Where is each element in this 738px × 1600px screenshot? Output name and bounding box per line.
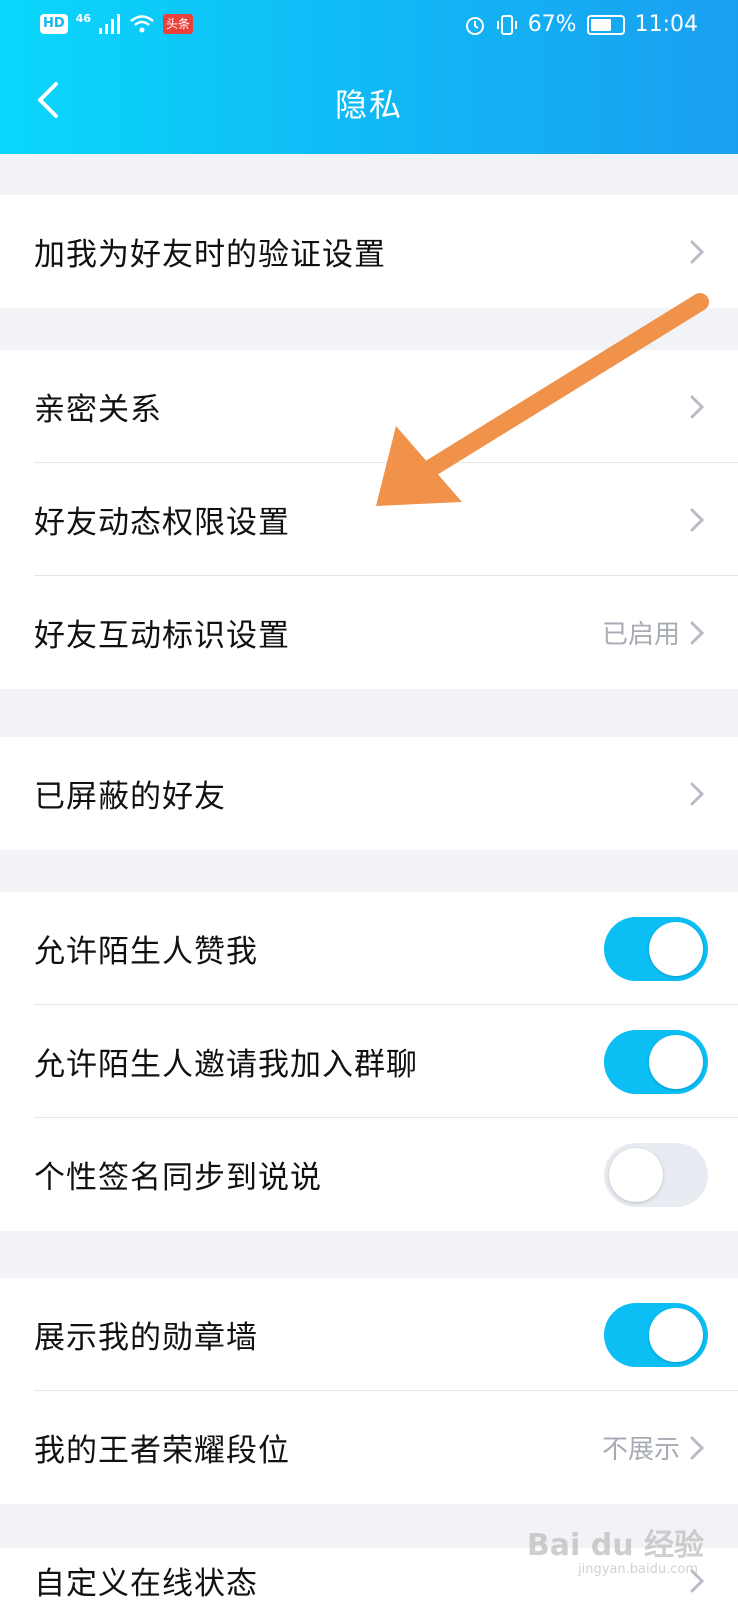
row-medal-wall: 展示我的勋章墙 bbox=[0, 1278, 738, 1391]
chevron-right-icon bbox=[690, 782, 705, 805]
row-label: 好友互动标识设置 bbox=[34, 618, 290, 654]
allow-stranger-like-toggle[interactable] bbox=[604, 916, 708, 981]
row-signature-sync: 个性签名同步到说说 bbox=[0, 1118, 738, 1231]
status-bar: HD 46 头条 67% 11:04 bbox=[0, 0, 738, 52]
status-time: 11:04 bbox=[634, 12, 698, 37]
network-type: 46 bbox=[75, 11, 91, 25]
row-label: 加我为好友时的验证设置 bbox=[34, 237, 386, 273]
settings-group-blocked: 已屏蔽的好友 bbox=[0, 737, 738, 850]
row-value: 已启用 bbox=[601, 620, 680, 650]
annotation-arrow-icon bbox=[376, 293, 709, 506]
toggle-knob bbox=[649, 1034, 703, 1089]
signature-sync-toggle[interactable] bbox=[604, 1142, 708, 1207]
row-label: 我的王者荣耀段位 bbox=[34, 1433, 290, 1469]
row-allow-stranger-group-invite: 允许陌生人邀请我加入群聊 bbox=[0, 1005, 738, 1118]
toggle-knob bbox=[609, 1147, 663, 1202]
row-label: 亲密关系 bbox=[34, 392, 162, 428]
vibrate-icon bbox=[496, 14, 517, 35]
page-title: 隐私 bbox=[334, 86, 403, 124]
settings-group-display: 展示我的勋章墙 我的王者荣耀段位 不展示 bbox=[0, 1278, 738, 1504]
row-label: 展示我的勋章墙 bbox=[34, 1320, 258, 1356]
row-label: 好友动态权限设置 bbox=[34, 505, 290, 541]
row-label: 个性签名同步到说说 bbox=[34, 1160, 322, 1196]
chevron-right-icon bbox=[690, 1436, 705, 1459]
signal-icon bbox=[98, 14, 120, 34]
hd-badge: HD bbox=[40, 14, 68, 34]
row-label: 自定义在线状态 bbox=[34, 1566, 258, 1600]
header-bar: HD 46 头条 67% 11:04 隐私 bbox=[0, 0, 738, 154]
battery-icon bbox=[586, 14, 625, 35]
chevron-right-icon bbox=[690, 240, 705, 263]
alarm-icon bbox=[465, 16, 484, 35]
row-value: 不展示 bbox=[601, 1435, 680, 1465]
allow-stranger-invite-toggle[interactable] bbox=[604, 1029, 708, 1094]
toggle-knob bbox=[649, 921, 703, 976]
row-interaction-badge[interactable]: 好友互动标识设置 已启用 bbox=[0, 576, 738, 689]
chevron-right-icon bbox=[690, 621, 705, 644]
row-label: 允许陌生人邀请我加入群聊 bbox=[34, 1047, 418, 1083]
wifi-icon bbox=[130, 15, 154, 33]
row-label: 允许陌生人赞我 bbox=[34, 934, 258, 970]
battery-percent: 67% bbox=[527, 12, 577, 37]
toutiao-badge: 头条 bbox=[162, 14, 193, 34]
row-honor-of-kings-rank[interactable]: 我的王者荣耀段位 不展示 bbox=[0, 1391, 738, 1504]
settings-group-strangers: 允许陌生人赞我 允许陌生人邀请我加入群聊 个性签名同步到说说 bbox=[0, 892, 738, 1231]
row-allow-stranger-like: 允许陌生人赞我 bbox=[0, 892, 738, 1005]
medal-wall-toggle[interactable] bbox=[604, 1302, 708, 1367]
baidu-watermark-url: jingyan.baidu.com bbox=[578, 1562, 698, 1577]
row-blocked-friends[interactable]: 已屏蔽的好友 bbox=[0, 737, 738, 850]
row-label: 已屏蔽的好友 bbox=[34, 779, 226, 815]
baidu-watermark: Bai du 经验 bbox=[526, 1528, 704, 1563]
toggle-knob bbox=[649, 1307, 703, 1362]
